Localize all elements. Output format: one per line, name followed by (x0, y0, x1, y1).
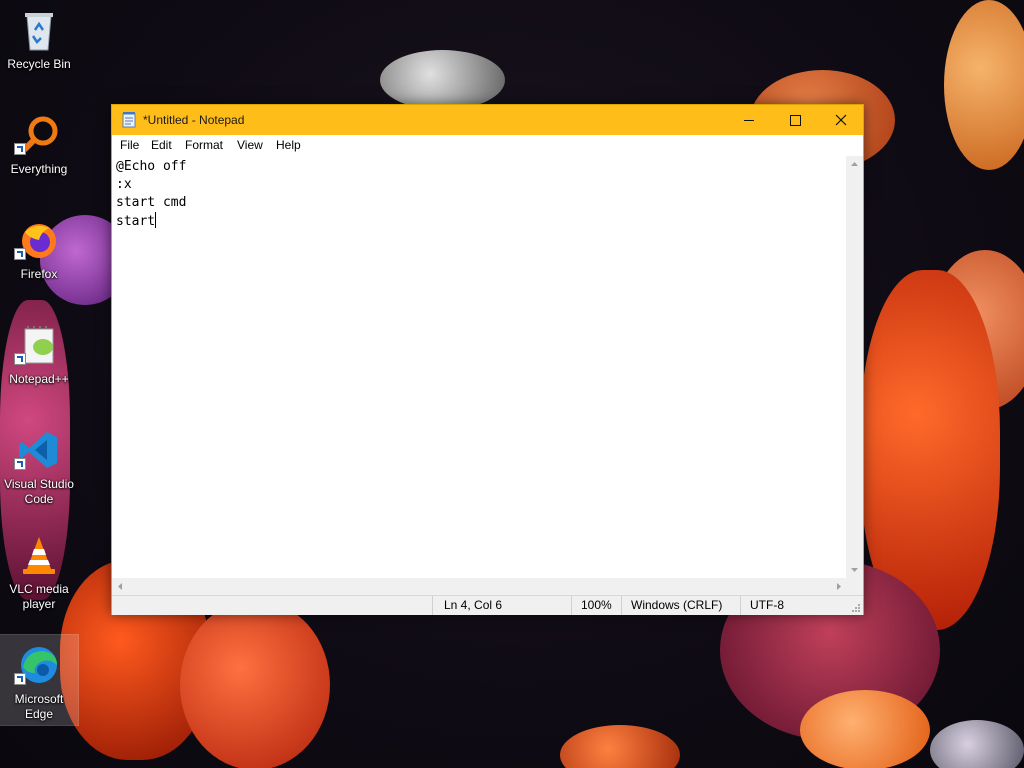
desktop-icon-label-line: Edge (24, 707, 54, 721)
scroll-up-arrow-icon[interactable] (846, 156, 863, 173)
close-icon (835, 114, 847, 126)
status-cursor-position: Ln 4, Col 6 (444, 598, 503, 612)
menu-format[interactable]: Format (185, 138, 223, 152)
minimize-button[interactable] (726, 105, 772, 135)
desktop-icon-visual-studio-code[interactable]: Visual Studio Code (0, 420, 78, 510)
status-bar: Ln 4, Col 6 100% Windows (CRLF) UTF-8 (112, 595, 863, 615)
close-button[interactable] (818, 105, 864, 135)
resize-grip-icon[interactable] (851, 603, 861, 613)
shortcut-arrow-icon (14, 248, 26, 260)
shortcut-arrow-icon (14, 353, 26, 365)
editor-line: :x (116, 177, 132, 192)
desktop-icon-label: Firefox (20, 267, 58, 281)
scroll-right-arrow-icon[interactable] (830, 578, 847, 595)
desktop-icon-label: Microsoft Edge (0, 692, 78, 722)
desktop-icon-everything[interactable]: Everything (0, 105, 78, 195)
editor-line-text: start (116, 214, 156, 229)
editor-line-current: start (116, 212, 847, 230)
notepad-window[interactable]: *Untitled - Notepad File Edit Format Vie… (111, 104, 864, 615)
maximize-button[interactable] (772, 105, 818, 135)
shortcut-arrow-icon (14, 458, 26, 470)
menu-file[interactable]: File (120, 138, 139, 152)
status-encoding: UTF-8 (750, 598, 784, 612)
status-divider (571, 596, 572, 615)
desktop-icon-label-line: Visual Studio (4, 477, 74, 491)
wallpaper-blob (180, 600, 330, 768)
text-editor[interactable]: @Echo off :x start cmd start (112, 156, 847, 578)
vlc-cone-icon (23, 537, 55, 574)
desktop-icon-label-line: VLC media (9, 582, 69, 596)
desktop-icon-label-line: Code (24, 492, 54, 506)
text-caret (155, 212, 157, 228)
scrollbar-corner (846, 578, 863, 595)
scroll-left-arrow-icon[interactable] (112, 578, 129, 595)
horizontal-scrollbar[interactable] (112, 578, 847, 595)
desktop-icon-vlc[interactable]: VLC media player (0, 525, 78, 615)
desktop-icon-label-line: Microsoft (14, 692, 64, 706)
desktop-icon-microsoft-edge[interactable]: Microsoft Edge (0, 634, 79, 726)
desktop-icon-firefox[interactable]: Firefox (0, 210, 78, 300)
shortcut-arrow-icon (14, 143, 26, 155)
menu-view[interactable]: View (237, 138, 263, 152)
status-divider (740, 596, 741, 615)
wallpaper-blob (944, 0, 1024, 170)
desktop-icon-label: Visual Studio Code (0, 477, 78, 507)
window-title: *Untitled - Notepad (143, 113, 245, 127)
status-line-ending: Windows (CRLF) (631, 598, 723, 612)
minimize-icon (744, 120, 754, 121)
maximize-icon (790, 115, 801, 126)
menu-edit[interactable]: Edit (151, 138, 172, 152)
title-bar[interactable]: *Untitled - Notepad (112, 105, 863, 135)
desktop-icon-label: VLC media player (0, 582, 78, 612)
status-zoom: 100% (581, 598, 612, 612)
desktop-icon-label: Notepad++ (9, 372, 69, 386)
vertical-scrollbar[interactable] (846, 156, 863, 578)
menu-help[interactable]: Help (276, 138, 301, 152)
desktop-icon-label: Recycle Bin (7, 57, 71, 71)
editor-line: start cmd (116, 195, 187, 210)
wallpaper-blob (560, 725, 680, 768)
status-divider (621, 596, 622, 615)
recycle-bin-icon (25, 13, 53, 51)
desktop-icon-label-line: player (22, 597, 56, 611)
status-divider (432, 596, 433, 615)
shortcut-arrow-icon (14, 673, 26, 685)
desktop: Recycle Bin Everything Firefox Notepad++ (0, 0, 1024, 768)
wallpaper-blob (380, 50, 505, 110)
desktop-icon-notepad-plus-plus[interactable]: Notepad++ (0, 315, 78, 405)
desktop-icon-label: Everything (10, 162, 68, 176)
wallpaper-blob (800, 690, 930, 768)
desktop-icon-recycle-bin[interactable]: Recycle Bin (0, 0, 78, 90)
notepad-icon (122, 112, 136, 128)
scroll-down-arrow-icon[interactable] (846, 561, 863, 578)
wallpaper-blob (930, 720, 1024, 768)
editor-line: @Echo off (116, 159, 187, 174)
vertical-scroll-track[interactable] (846, 173, 863, 561)
menu-bar: File Edit Format View Help (112, 135, 863, 156)
